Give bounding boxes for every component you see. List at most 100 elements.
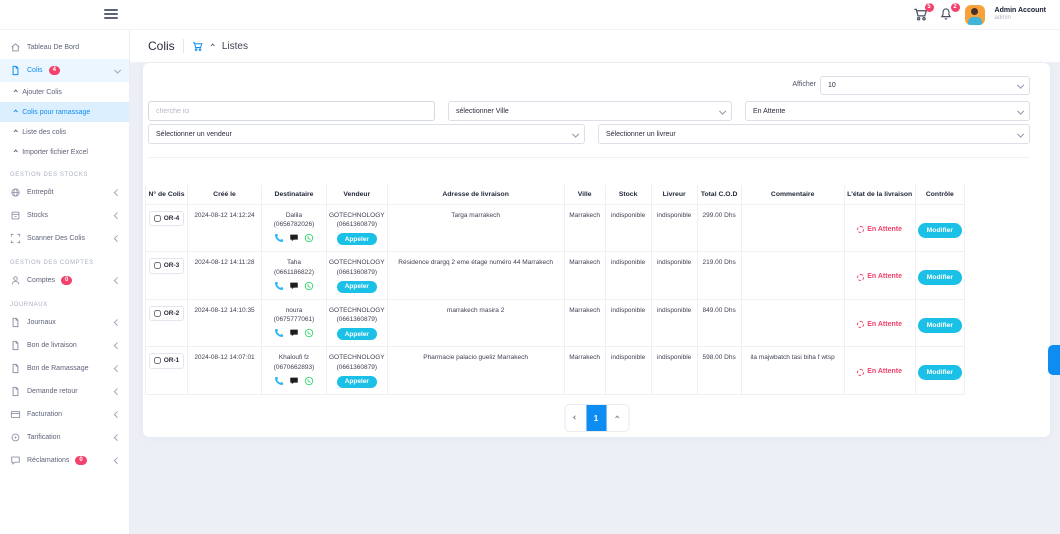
sidebar-item-colis[interactable]: Colis 4 bbox=[0, 59, 129, 82]
modifier-button[interactable]: Modifier bbox=[918, 270, 962, 285]
pagination-page-1[interactable]: 1 bbox=[586, 405, 607, 431]
row-checkbox[interactable] bbox=[154, 310, 161, 317]
stock-status: indisponible bbox=[605, 252, 651, 300]
page-size-value: 10 bbox=[828, 82, 836, 89]
sms-icon[interactable] bbox=[289, 233, 299, 243]
sidebar-item-liste-des-colis[interactable]: Liste des colis bbox=[0, 122, 129, 142]
sms-icon[interactable] bbox=[289, 328, 299, 338]
modifier-button[interactable]: Modifier bbox=[918, 365, 962, 380]
vendor-phone: (0661360879) bbox=[329, 268, 385, 278]
call-vendor-button[interactable]: Appeler bbox=[337, 328, 377, 340]
comment: ila majwbatch tasi biha f wtsp bbox=[741, 347, 844, 395]
created-at: 2024-08-12 14:07:01 bbox=[188, 347, 262, 395]
whatsapp-icon[interactable] bbox=[304, 233, 314, 243]
notifications-button[interactable]: 2 bbox=[939, 7, 955, 23]
sms-icon[interactable] bbox=[289, 281, 299, 291]
vendor-name: GOTECHNOLOGY bbox=[329, 306, 385, 316]
user-role: admin bbox=[995, 15, 1046, 22]
call-vendor-button[interactable]: Appeler bbox=[337, 281, 377, 293]
total-cod: 849.00 Dhs bbox=[697, 299, 741, 347]
ville-select[interactable]: sélectionner Ville bbox=[448, 101, 732, 121]
sidebar-item-scanner-des-colis[interactable]: Scanner Des Colis bbox=[0, 227, 129, 250]
city: Marrakech bbox=[564, 299, 605, 347]
sidebar-item-tarification[interactable]: Tarification bbox=[0, 426, 129, 449]
credit-card-icon bbox=[10, 409, 21, 420]
row-checkbox[interactable] bbox=[154, 262, 161, 269]
breadcrumb-current[interactable]: Listes bbox=[222, 41, 248, 52]
divider bbox=[148, 157, 1030, 158]
sidebar-item-bon-de-livraison[interactable]: Bon de livraison bbox=[0, 334, 129, 357]
page-size-select[interactable]: 10 bbox=[820, 76, 1030, 95]
pending-spinner-icon bbox=[857, 226, 864, 233]
row-checkbox[interactable] bbox=[154, 215, 161, 222]
chevron-left-icon bbox=[114, 342, 120, 348]
phone-icon[interactable] bbox=[274, 281, 284, 291]
sidebar-item-ajouter-colis[interactable]: Ajouter Colis bbox=[0, 82, 129, 102]
sidebar-item-facturation[interactable]: Facturation bbox=[0, 403, 129, 426]
chevron-right-icon bbox=[615, 416, 620, 421]
col-header: L'état de la livraison bbox=[844, 185, 915, 204]
phone-icon[interactable] bbox=[274, 328, 284, 338]
city: Marrakech bbox=[564, 252, 605, 300]
recipient-name: Taha bbox=[264, 258, 324, 268]
parcel-id-box[interactable]: OR-3 bbox=[149, 258, 185, 274]
table-row: OR-1 2024-08-12 14:07:01 Khaloufi fz (06… bbox=[146, 347, 965, 395]
phone-icon[interactable] bbox=[274, 376, 284, 386]
cart-badge: 5 bbox=[925, 3, 934, 12]
sidebar-item-label: Facturation bbox=[27, 411, 62, 418]
sidebar-item-tableau-de-bord[interactable]: Tableau De Bord bbox=[0, 36, 129, 59]
vendor-name: GOTECHNOLOGY bbox=[329, 211, 385, 221]
sidebar-item-journaux[interactable]: Journaux bbox=[0, 311, 129, 334]
delivery-address: Résidence drargq 2 eme étage numéro 44 M… bbox=[387, 252, 564, 300]
statut-select[interactable]: En Attente bbox=[745, 101, 1030, 121]
row-checkbox[interactable] bbox=[154, 357, 161, 364]
sidebar-item-importer-fichier-excel[interactable]: Importer fichier Excel bbox=[0, 142, 129, 162]
call-vendor-button[interactable]: Appeler bbox=[337, 233, 377, 245]
sms-icon[interactable] bbox=[289, 376, 299, 386]
modifier-button[interactable]: Modifier bbox=[918, 318, 962, 333]
chevron-down-icon bbox=[114, 67, 120, 73]
sidebar-subitem-label: Colis pour ramassage bbox=[22, 109, 90, 116]
parcel-id-box[interactable]: OR-4 bbox=[149, 211, 185, 227]
whatsapp-icon[interactable] bbox=[304, 281, 314, 291]
livreur-select[interactable]: Sélectionner un livreur bbox=[598, 124, 1030, 144]
box-icon bbox=[10, 210, 21, 221]
whatsapp-icon[interactable] bbox=[304, 328, 314, 338]
sidebar-item-stocks[interactable]: Stocks bbox=[0, 204, 129, 227]
sidebar-item-label: Stocks bbox=[27, 212, 48, 219]
vendor-name: GOTECHNOLOGY bbox=[329, 258, 385, 268]
parcel-id: OR-3 bbox=[164, 261, 180, 271]
parcel-id-box[interactable]: OR-2 bbox=[149, 306, 185, 322]
parcel-id-box[interactable]: OR-1 bbox=[149, 353, 185, 369]
sidebar-item-demande-retour[interactable]: Demande retour bbox=[0, 380, 129, 403]
pagination-next[interactable] bbox=[607, 405, 628, 431]
vendeur-value: Sélectionner un vendeur bbox=[156, 131, 232, 138]
divider bbox=[183, 39, 184, 53]
sidebar-item-comptes[interactable]: Comptes 0 bbox=[0, 269, 129, 292]
modifier-button[interactable]: Modifier bbox=[918, 223, 962, 238]
sidebar-item-bon-de-ramassage[interactable]: Bon de Ramassage bbox=[0, 357, 129, 380]
floating-action-tab[interactable] bbox=[1048, 345, 1060, 375]
phone-icon[interactable] bbox=[274, 233, 284, 243]
hamburger-menu-icon[interactable] bbox=[104, 9, 118, 20]
col-header: Contrôle bbox=[915, 185, 964, 204]
call-vendor-button[interactable]: Appeler bbox=[337, 376, 377, 388]
whatsapp-icon[interactable] bbox=[304, 376, 314, 386]
sidebar-item-reclamations[interactable]: Réclamations 0 bbox=[0, 449, 129, 472]
recipient-name: Dalila bbox=[264, 211, 324, 221]
user-menu[interactable]: Admin Account admin bbox=[995, 7, 1046, 23]
pagination-prev[interactable] bbox=[565, 405, 586, 431]
sidebar-item-colis-pour-ramassage[interactable]: Colis pour ramassage bbox=[0, 102, 129, 122]
sidebar-item-entrepot[interactable]: Entrepôt bbox=[0, 181, 129, 204]
chevron-right-icon bbox=[210, 44, 215, 49]
search-input[interactable] bbox=[148, 101, 435, 121]
cart-icon bbox=[192, 41, 203, 52]
page-title: Colis bbox=[148, 39, 175, 53]
courier-status: indisponible bbox=[651, 204, 697, 252]
sidebar-item-label: Bon de livraison bbox=[27, 342, 77, 349]
breadcrumb: Colis Listes bbox=[130, 30, 1060, 63]
cart-button[interactable]: 5 bbox=[913, 7, 929, 23]
user-avatar[interactable] bbox=[965, 5, 985, 25]
vendeur-select[interactable]: Sélectionner un vendeur bbox=[148, 124, 585, 144]
chevron-down-icon bbox=[572, 131, 578, 137]
